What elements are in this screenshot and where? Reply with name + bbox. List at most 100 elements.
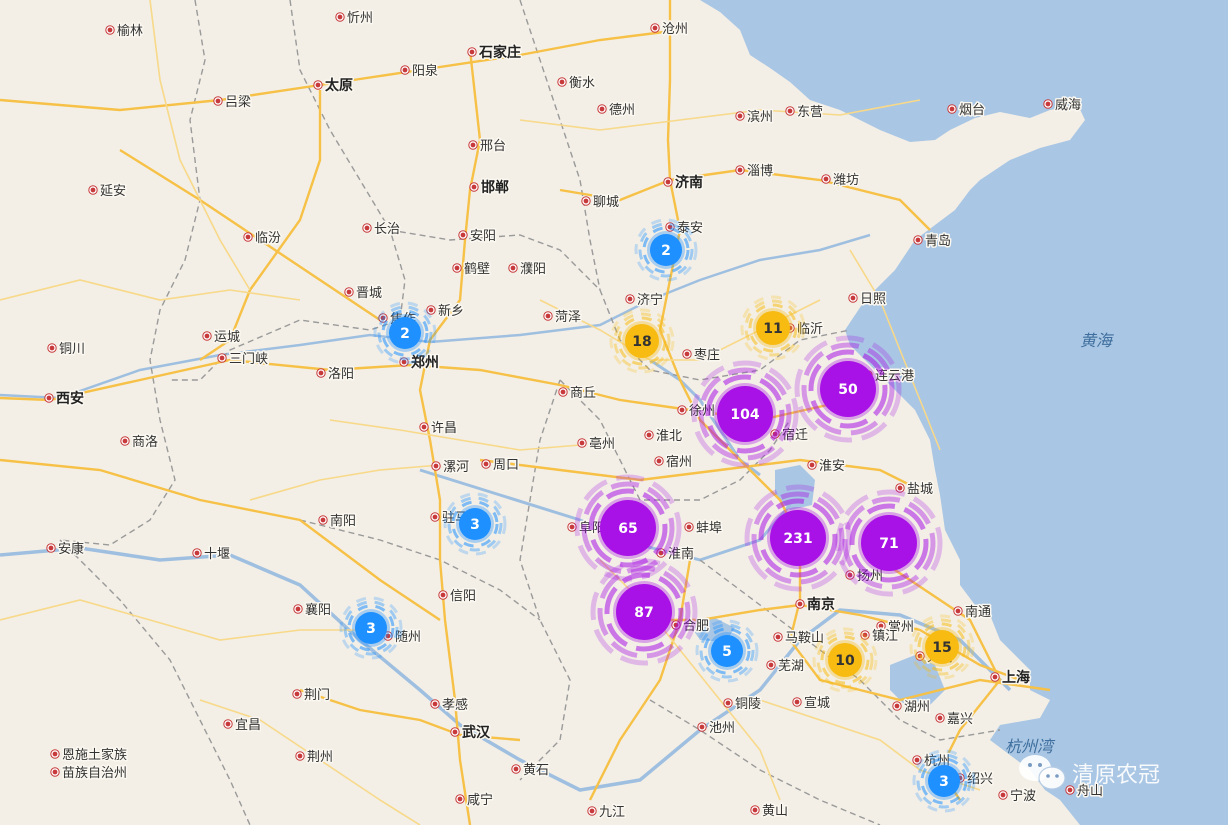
city-dot-core <box>665 179 671 185</box>
city-label: 南通 <box>965 604 991 620</box>
city-label: 聊城 <box>593 195 619 210</box>
city-label: 新乡 <box>438 303 464 319</box>
city-dot-core <box>460 232 466 238</box>
city-dot-core <box>215 98 221 104</box>
city-dot-core <box>579 440 585 446</box>
city-label: 东营 <box>797 105 823 120</box>
city-dot-core <box>937 715 943 721</box>
city-dot-core <box>454 265 460 271</box>
city-dot-core <box>627 296 633 302</box>
city-label: 晋城 <box>356 286 382 301</box>
city-dot-core <box>513 766 519 772</box>
city-dot-core <box>752 807 758 813</box>
city-dot-core <box>894 703 900 709</box>
city-label: 安阳 <box>470 229 496 244</box>
city-dot-core <box>737 167 743 173</box>
city-dot-core <box>219 355 225 361</box>
cluster-count: 3 <box>366 621 376 637</box>
city-label: 恩施土家族 <box>62 747 127 763</box>
city-dot-core <box>768 662 774 668</box>
city-label: 潍坊 <box>833 173 859 188</box>
city-dot-core <box>850 295 856 301</box>
city-label: 亳州 <box>589 436 615 452</box>
city-label: 德州 <box>609 103 635 118</box>
city-label: 荆州 <box>307 749 333 765</box>
city-label: 商丘 <box>570 386 596 401</box>
city-dot-core <box>294 691 300 697</box>
city-dot-core <box>775 634 781 640</box>
cluster-count: 11 <box>763 321 782 337</box>
sea-label: 黄海 <box>1080 331 1114 350</box>
city-label: 荆门 <box>304 687 330 703</box>
map-view[interactable]: 榆林 忻州 沧州 石家庄 太原 阳泉 衡水 德州 吕梁 滨州 东营 烟台 威海 邢台 淄博 潍坊 延安 邯郸 济南聊… <box>0 0 1228 825</box>
city-dot-core <box>483 461 489 467</box>
cluster-count: 3 <box>470 517 480 533</box>
city-label: 吕梁 <box>225 95 251 110</box>
city-dot-core <box>684 351 690 357</box>
city-label: 邢台 <box>480 139 506 154</box>
city-dot-core <box>428 307 434 313</box>
city-dot-core <box>656 458 662 464</box>
city-label: 九江 <box>599 805 625 820</box>
city-dot-core <box>686 524 692 530</box>
city-dot-core <box>823 176 829 182</box>
city-label: 榆林 <box>117 24 143 39</box>
city-label: 菏泽 <box>555 310 581 325</box>
cluster-count: 65 <box>618 521 637 537</box>
city-label: 许昌 <box>431 421 457 436</box>
cluster-marker-purple[interactable]: 87 <box>590 558 698 666</box>
city-dot-core <box>569 524 575 530</box>
city-label: 铜陵 <box>735 697 761 712</box>
city-dot-core <box>878 623 884 629</box>
city-dot-core <box>1067 787 1073 793</box>
cluster-marker-purple[interactable]: 65 <box>574 474 682 582</box>
city-marker[interactable]: 恩施土家族 <box>50 746 129 765</box>
city-label: 南京 <box>807 596 835 613</box>
city-label: 洛阳 <box>328 367 354 382</box>
city-dot-core <box>955 608 961 614</box>
city-label: 黄山 <box>762 804 788 819</box>
city-dot-core <box>295 606 301 612</box>
city-dot-core <box>737 113 743 119</box>
city-label: 太原 <box>325 77 353 94</box>
city-dot-core <box>915 237 921 243</box>
city-label: 滨州 <box>747 109 773 125</box>
city-label: 烟台 <box>959 103 985 118</box>
city-dot-core <box>225 721 231 727</box>
city-dot-core <box>510 265 516 271</box>
city-label: 南阳 <box>330 513 356 529</box>
city-dot-core <box>46 395 52 401</box>
city-label: 周口 <box>493 458 519 473</box>
map-canvas[interactable]: 榆林 忻州沧州石家庄太原 阳泉衡水德州 吕梁滨州 东营 烟台 威海邢台淄博潍坊延安 邯郸 济南聊… <box>0 0 1228 825</box>
cluster-marker-purple[interactable]: 231 <box>744 484 852 592</box>
city-dot-core <box>318 370 324 376</box>
city-label: 忻州 <box>347 11 373 26</box>
cluster-count: 50 <box>838 382 858 398</box>
city-label: 宣城 <box>804 695 830 711</box>
city-dot-core <box>583 198 589 204</box>
cluster-marker-purple[interactable]: 104 <box>691 360 799 468</box>
city-label: 淮北 <box>656 429 682 444</box>
cluster-count: 3 <box>939 774 949 790</box>
city-label: 芜湖 <box>778 659 804 674</box>
cluster-count: 87 <box>634 605 653 621</box>
city-marker[interactable]: 苗族自治州 <box>50 764 129 783</box>
city-label: 商洛 <box>132 435 158 450</box>
city-dot-core <box>914 757 920 763</box>
cluster-marker-purple[interactable]: 71 <box>835 489 943 597</box>
city-label: 西安 <box>56 390 84 407</box>
city-label: 枣庄 <box>694 347 720 363</box>
city-dot-core <box>545 313 551 319</box>
cluster-marker-purple[interactable]: 50 <box>794 335 902 443</box>
city-dot-core <box>1045 101 1051 107</box>
city-label: 衡水 <box>569 76 595 91</box>
city-label: 咸宁 <box>467 792 493 808</box>
sea-label: 杭州湾 <box>1005 737 1056 756</box>
city-dot-core <box>48 545 54 551</box>
city-dot-core <box>346 289 352 295</box>
city-dot-core <box>122 438 128 444</box>
city-label: 蚌埠 <box>696 521 722 536</box>
city-label: 淄博 <box>747 164 773 179</box>
city-label: 鹤壁 <box>464 261 490 277</box>
city-dot-core <box>589 808 595 814</box>
